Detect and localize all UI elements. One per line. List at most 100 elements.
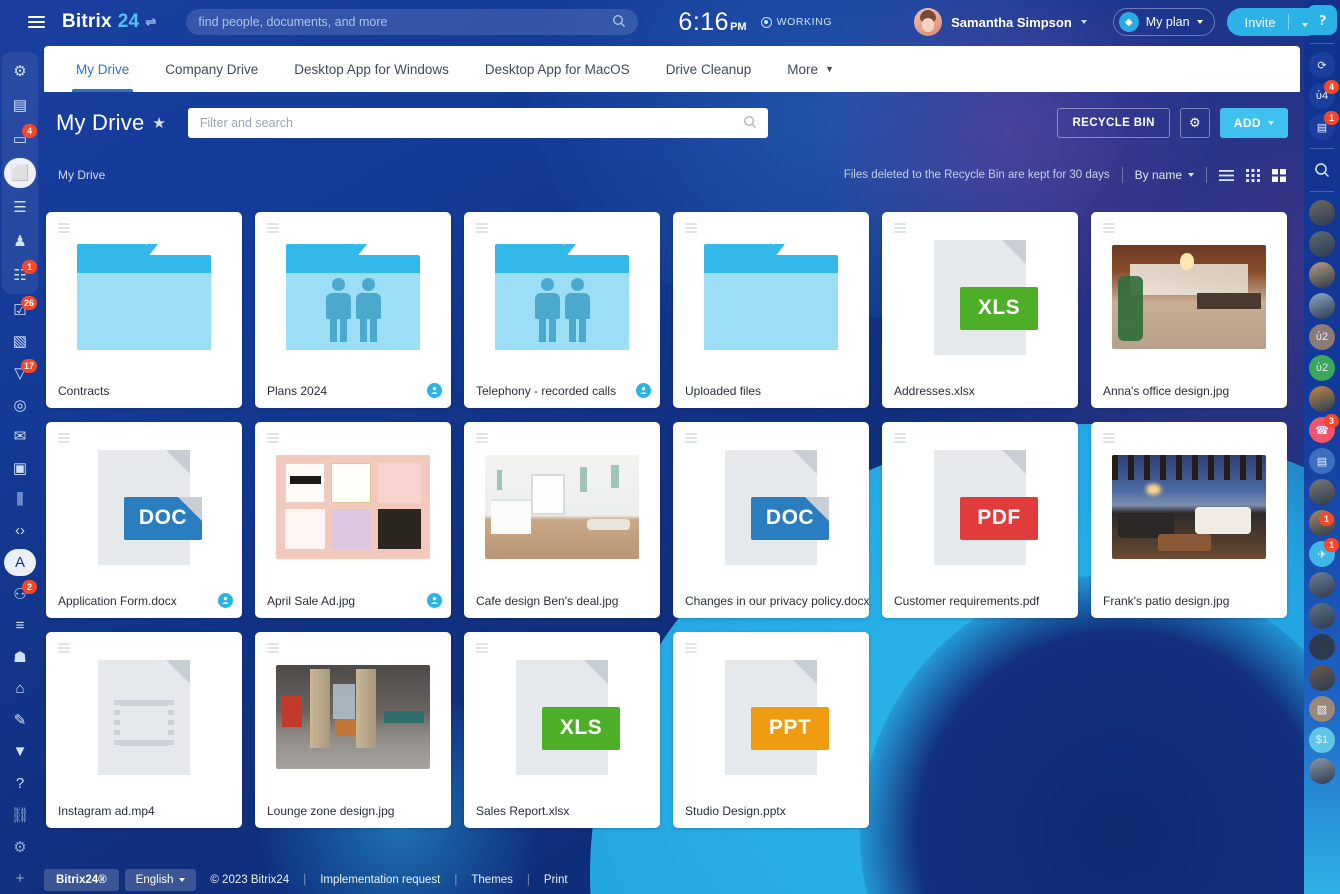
contacts-icon[interactable]: ▧: [2, 326, 38, 358]
file-card[interactable]: DOCChanges in our privacy policy.docx: [673, 422, 869, 618]
card-menu-icon[interactable]: [685, 433, 697, 443]
star-icon[interactable]: ★: [152, 114, 165, 132]
news-feed-icon[interactable]: ▤: [2, 88, 38, 122]
settings-sliders-icon[interactable]: ≡: [2, 610, 38, 642]
documents-icon[interactable]: ☰: [2, 190, 38, 224]
bot-icon[interactable]: ⚇2: [2, 578, 38, 610]
file-card[interactable]: XLSSales Report.xlsx: [464, 632, 660, 828]
file-card[interactable]: PPTStudio Design.pptx: [673, 632, 869, 828]
file-card[interactable]: April Sale Ad.jpg: [255, 422, 451, 618]
search-input[interactable]: find people, documents, and more: [186, 9, 638, 35]
tab-drive-cleanup[interactable]: Drive Cleanup: [648, 46, 770, 92]
automation-a-icon[interactable]: A: [2, 547, 38, 579]
file-card[interactable]: Contracts: [46, 212, 242, 408]
chevron-down-icon[interactable]: [1289, 15, 1321, 30]
online-store-icon[interactable]: ☗: [2, 641, 38, 673]
add-button[interactable]: ADD: [1220, 108, 1288, 138]
chat-icon[interactable]: ▭4: [2, 122, 38, 156]
tasks-icon[interactable]: ☑26: [2, 294, 38, 326]
my-plan-button[interactable]: ◆ My plan: [1113, 8, 1215, 36]
card-menu-icon[interactable]: [1103, 223, 1115, 233]
company-icon[interactable]: ▣: [2, 452, 38, 484]
card-menu-icon[interactable]: [58, 433, 70, 443]
marketing-icon[interactable]: ◎: [2, 389, 38, 421]
file-card[interactable]: Cafe design Ben's deal.jpg: [464, 422, 660, 618]
file-card[interactable]: PDFCustomer requirements.pdf: [882, 422, 1078, 618]
status-badge[interactable]: WORKING: [761, 16, 833, 28]
card-menu-icon[interactable]: [894, 223, 906, 233]
logo[interactable]: Bitrix 24 ⇌: [62, 11, 156, 33]
history-icon[interactable]: ⟳: [1309, 52, 1335, 78]
developer-icon[interactable]: ‹›: [2, 515, 38, 547]
file-card[interactable]: Frank's patio design.jpg: [1091, 422, 1287, 618]
file-card[interactable]: Telephony - recorded calls: [464, 212, 660, 408]
card-menu-icon[interactable]: [267, 643, 279, 653]
groups-icon[interactable]: ♟: [2, 224, 38, 258]
card-menu-icon[interactable]: [894, 433, 906, 443]
grid-view-icon[interactable]: [1246, 169, 1260, 182]
tab-company-drive[interactable]: Company Drive: [147, 46, 276, 92]
switch-icon[interactable]: ⇌: [145, 14, 156, 30]
print-link[interactable]: Print: [544, 874, 568, 886]
missed-call-icon[interactable]: ☎3: [1309, 417, 1335, 443]
list-view-icon[interactable]: [1219, 169, 1234, 182]
avatar[interactable]: [1309, 200, 1335, 226]
tab-more[interactable]: More▼: [769, 46, 852, 92]
add-plus-icon[interactable]: +: [2, 862, 38, 894]
gear-icon[interactable]: ⚙: [1180, 108, 1210, 138]
card-menu-icon[interactable]: [476, 433, 488, 443]
more-chevron-icon[interactable]: ▼: [2, 736, 38, 768]
card-menu-icon[interactable]: [58, 223, 70, 233]
tab-desktop-app-for-windows[interactable]: Desktop App for Windows: [276, 46, 467, 92]
analytics-icon[interactable]: ⫼: [2, 483, 38, 515]
file-card[interactable]: XLSAddresses.xlsx: [882, 212, 1078, 408]
file-card[interactable]: DOCApplication Form.docx: [46, 422, 242, 618]
lock-icon[interactable]: ὑ2: [1309, 355, 1335, 381]
card-menu-icon[interactable]: [58, 643, 70, 653]
card-menu-icon[interactable]: [476, 643, 488, 653]
avatar[interactable]: 1: [1309, 510, 1335, 536]
breadcrumb[interactable]: My Drive: [58, 168, 105, 182]
avatar[interactable]: [1309, 572, 1335, 598]
recycle-bin-button[interactable]: RECYCLE BIN: [1057, 108, 1169, 138]
avatar[interactable]: [1309, 231, 1335, 257]
file-card[interactable]: Lounge zone design.jpg: [255, 632, 451, 828]
sites-icon[interactable]: ⌂: [2, 673, 38, 705]
crm-activity-icon[interactable]: ⚙: [2, 54, 38, 88]
language-select[interactable]: English: [125, 869, 197, 891]
file-card[interactable]: Uploaded files: [673, 212, 869, 408]
invite-button[interactable]: Invite: [1227, 8, 1321, 36]
avatar[interactable]: [1309, 479, 1335, 505]
sitemap-icon[interactable]: ⛓: [2, 799, 38, 831]
implementation-request-link[interactable]: Implementation request: [320, 874, 440, 886]
notifications-bell-icon[interactable]: ὑ44: [1309, 83, 1335, 109]
sort-select[interactable]: By name: [1135, 168, 1194, 182]
themes-link[interactable]: Themes: [471, 874, 513, 886]
card-menu-icon[interactable]: [267, 433, 279, 443]
avatar[interactable]: [1309, 262, 1335, 288]
file-card[interactable]: Plans 2024: [255, 212, 451, 408]
card-menu-icon[interactable]: [1103, 433, 1115, 443]
avatar[interactable]: [1309, 634, 1335, 660]
avatar[interactable]: [1309, 603, 1335, 629]
hamburger-icon[interactable]: [16, 16, 56, 28]
card-menu-icon[interactable]: [476, 223, 488, 233]
avatar[interactable]: [1309, 293, 1335, 319]
crm-funnel-icon[interactable]: ▽17: [2, 357, 38, 389]
tiles-view-icon[interactable]: [1272, 169, 1286, 182]
gear-settings-icon[interactable]: ⚙: [2, 831, 38, 863]
avatar[interactable]: [1309, 665, 1335, 691]
calendar-icon[interactable]: ☷1: [2, 258, 38, 292]
card-menu-icon[interactable]: [685, 223, 697, 233]
search-icon[interactable]: [1314, 157, 1330, 183]
mail-icon[interactable]: ✉: [2, 420, 38, 452]
drive-icon[interactable]: ⬜: [2, 156, 38, 190]
filter-input[interactable]: Filter and search: [188, 108, 768, 138]
signature-icon[interactable]: ✎: [2, 705, 38, 737]
group-chat-icon[interactable]: ▤: [1309, 448, 1335, 474]
promo-icon[interactable]: ✈1: [1309, 541, 1335, 567]
file-card[interactable]: Instagram ad.mp4: [46, 632, 242, 828]
footer-brand[interactable]: Bitrix24®: [44, 869, 119, 891]
lock-icon[interactable]: ὑ2: [1309, 324, 1335, 350]
tab-desktop-app-for-macos[interactable]: Desktop App for MacOS: [467, 46, 648, 92]
